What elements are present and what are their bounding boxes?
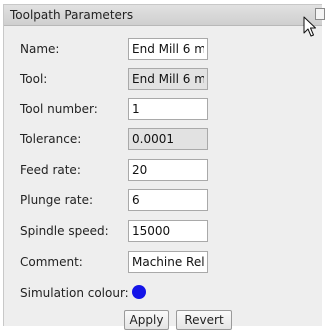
feed-rate-field[interactable] [128, 159, 208, 181]
tool-row: Tool: [4, 68, 322, 90]
simulation-colour-swatch[interactable] [132, 285, 146, 299]
spindle-speed-field[interactable] [128, 220, 208, 242]
simulation-colour-row: Simulation colour: [4, 282, 322, 304]
tool-label: Tool: [20, 72, 48, 86]
revert-button[interactable]: Revert [176, 310, 232, 330]
comment-label: Comment: [20, 255, 83, 269]
tool-number-field[interactable] [128, 98, 208, 120]
feed-rate-label: Feed rate: [20, 163, 81, 177]
feed-rate-row: Feed rate: [4, 159, 322, 181]
plunge-rate-field[interactable] [128, 189, 208, 211]
tool-number-row: Tool number: [4, 98, 322, 120]
tolerance-label: Tolerance: [20, 132, 82, 146]
panel-title: Toolpath Parameters [10, 8, 134, 22]
spindle-speed-row: Spindle speed: [4, 220, 322, 242]
simulation-colour-label: Simulation colour: [20, 286, 129, 300]
plunge-rate-row: Plunge rate: [4, 189, 322, 211]
tool-number-label: Tool number: [20, 102, 98, 116]
plunge-rate-label: Plunge rate: [20, 193, 94, 207]
comment-field[interactable] [128, 251, 208, 273]
comment-row: Comment: [4, 251, 322, 273]
tool-field[interactable] [128, 68, 208, 90]
tolerance-row: Tolerance: [4, 128, 322, 150]
name-label: Name: [20, 42, 60, 56]
name-row: Name: [4, 38, 322, 60]
panel-titlebar: Toolpath Parameters [4, 5, 322, 26]
apply-button[interactable]: Apply [124, 310, 169, 330]
spindle-speed-label: Spindle speed: [20, 224, 109, 238]
toolpath-parameters-panel: Toolpath Parameters Name: Tool: Tool num… [3, 4, 325, 330]
mouse-cursor-icon [303, 16, 316, 37]
name-field[interactable] [128, 38, 208, 60]
tolerance-field[interactable] [128, 128, 208, 150]
